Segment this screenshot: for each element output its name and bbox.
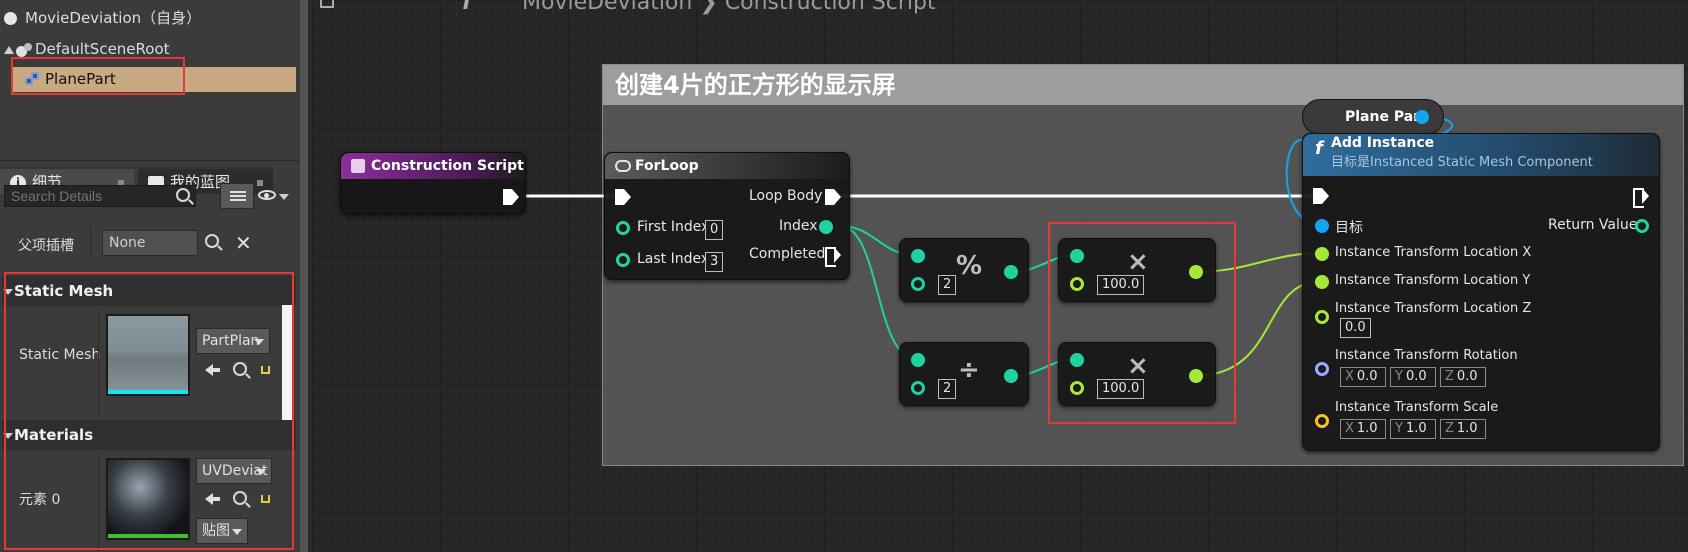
target-label: 目标	[1335, 220, 1363, 236]
exec-out-pin[interactable]	[503, 189, 519, 205]
loc-z-value[interactable]: 0.0	[1340, 318, 1371, 338]
scale-y-value: 1.0	[1405, 421, 1427, 436]
construction-script-title: Construction Script	[371, 158, 524, 174]
last-index-pin[interactable]	[616, 253, 630, 267]
rotation-x-field[interactable]: X 0.0	[1340, 367, 1386, 387]
scale-z-field[interactable]: Z 1.0	[1440, 419, 1486, 439]
exec-in-pin[interactable]	[615, 189, 631, 205]
loop-icon	[615, 160, 631, 172]
first-index-label: First Index	[637, 219, 710, 235]
loc-x-pin[interactable]	[1315, 247, 1329, 261]
axis-z-label: Z	[1445, 369, 1454, 384]
axis-z-label: Z	[1445, 421, 1454, 436]
div-out-pin[interactable]	[1004, 369, 1018, 383]
scale-y-field[interactable]: Y 1.0	[1390, 419, 1436, 439]
add-instance-node[interactable]: f Add Instance 目标是Instanced Static Mesh …	[1302, 133, 1660, 451]
node-header: ForLoop	[605, 153, 849, 179]
highlight-box-multiply	[1048, 222, 1236, 424]
target-pin[interactable]	[1315, 219, 1329, 233]
mod-out-pin[interactable]	[1004, 265, 1018, 279]
loop-body-label: Loop Body	[749, 188, 823, 204]
index-pin[interactable]	[819, 220, 833, 234]
rotation-z-value: 0.0	[1456, 369, 1478, 384]
rotation-label: Instance Transform Rotation	[1335, 348, 1518, 363]
div-a-pin[interactable]	[911, 353, 925, 367]
scale-label: Instance Transform Scale	[1335, 400, 1499, 415]
forloop-title: ForLoop	[635, 158, 699, 174]
loc-y-label: Instance Transform Location Y	[1335, 273, 1531, 288]
exec-out-pin[interactable]	[1633, 188, 1649, 208]
loc-z-label: Instance Transform Location Z	[1335, 301, 1532, 316]
return-value-pin[interactable]	[1635, 219, 1649, 233]
rotation-pin[interactable]	[1315, 362, 1329, 376]
rotation-y-value: 0.0	[1405, 369, 1427, 384]
div-b-pin[interactable]	[911, 381, 925, 395]
rotation-y-field[interactable]: Y 0.0	[1390, 367, 1436, 387]
divide-symbol: ÷	[958, 355, 980, 385]
forloop-node[interactable]: ForLoop First Index 0 Last Index 3 Loop …	[604, 152, 850, 280]
div-b-value[interactable]: 2	[938, 379, 957, 399]
scale-x-value: 1.0	[1356, 421, 1378, 436]
mod-b-pin[interactable]	[911, 277, 925, 291]
axis-y-label: Y	[1395, 369, 1403, 384]
rotation-z-field[interactable]: Z 0.0	[1440, 367, 1486, 387]
modulo-node[interactable]: 2 %	[899, 238, 1029, 302]
axis-x-label: X	[1345, 421, 1354, 436]
divide-node[interactable]: 2 ÷	[899, 342, 1029, 406]
scale-x-field[interactable]: X 1.0	[1340, 419, 1386, 439]
return-value-label: Return Value	[1548, 217, 1638, 233]
modulo-symbol: %	[956, 251, 983, 281]
event-icon	[351, 159, 365, 173]
function-icon: f	[1315, 138, 1323, 159]
loc-x-label: Instance Transform Location X	[1335, 245, 1532, 260]
first-index-value[interactable]: 0	[705, 220, 724, 240]
construction-script-node[interactable]: Construction Script	[340, 152, 526, 214]
axis-y-label: Y	[1395, 421, 1403, 436]
mod-b-value[interactable]: 2	[938, 275, 957, 295]
completed-pin[interactable]	[825, 247, 841, 267]
scale-z-value: 1.0	[1456, 421, 1478, 436]
first-index-pin[interactable]	[616, 221, 630, 235]
last-index-value[interactable]: 3	[705, 252, 724, 272]
node-header: Construction Script	[341, 153, 525, 179]
loc-z-pin[interactable]	[1315, 310, 1329, 324]
add-instance-subtitle: 目标是Instanced Static Mesh Component	[1331, 155, 1593, 170]
scale-pin[interactable]	[1315, 414, 1329, 428]
last-index-label: Last Index	[637, 251, 710, 267]
completed-label: Completed	[749, 246, 826, 262]
axis-x-label: X	[1345, 369, 1354, 384]
node-header: f Add Instance 目标是Instanced Static Mesh …	[1303, 134, 1659, 176]
rotation-x-value: 0.0	[1356, 369, 1378, 384]
loc-y-pin[interactable]	[1315, 275, 1329, 289]
exec-in-pin[interactable]	[1313, 188, 1329, 204]
mod-a-pin[interactable]	[911, 249, 925, 263]
index-label: Index	[779, 218, 818, 234]
plane-part-out-pin[interactable]	[1415, 110, 1429, 124]
loop-body-pin[interactable]	[825, 189, 841, 205]
